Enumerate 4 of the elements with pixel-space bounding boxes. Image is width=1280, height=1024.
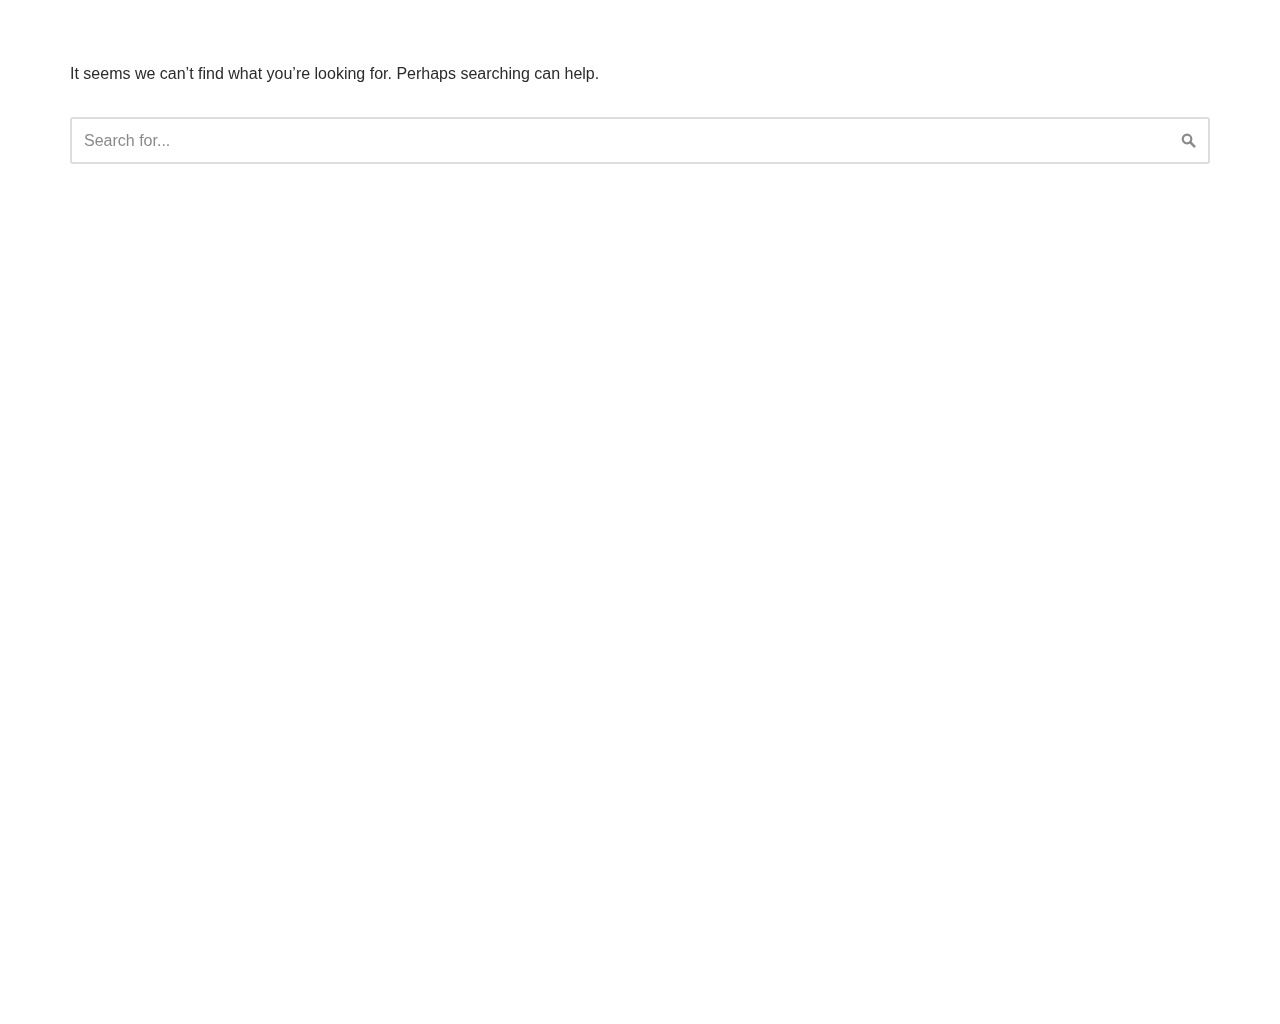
not-found-message: It seems we can’t find what you’re looking for. Perhaps searching can help.: [70, 64, 601, 84]
search-button[interactable]: [1181, 133, 1196, 148]
search-field[interactable]: Search for...: [70, 117, 1210, 164]
search-icon: [1181, 133, 1196, 148]
